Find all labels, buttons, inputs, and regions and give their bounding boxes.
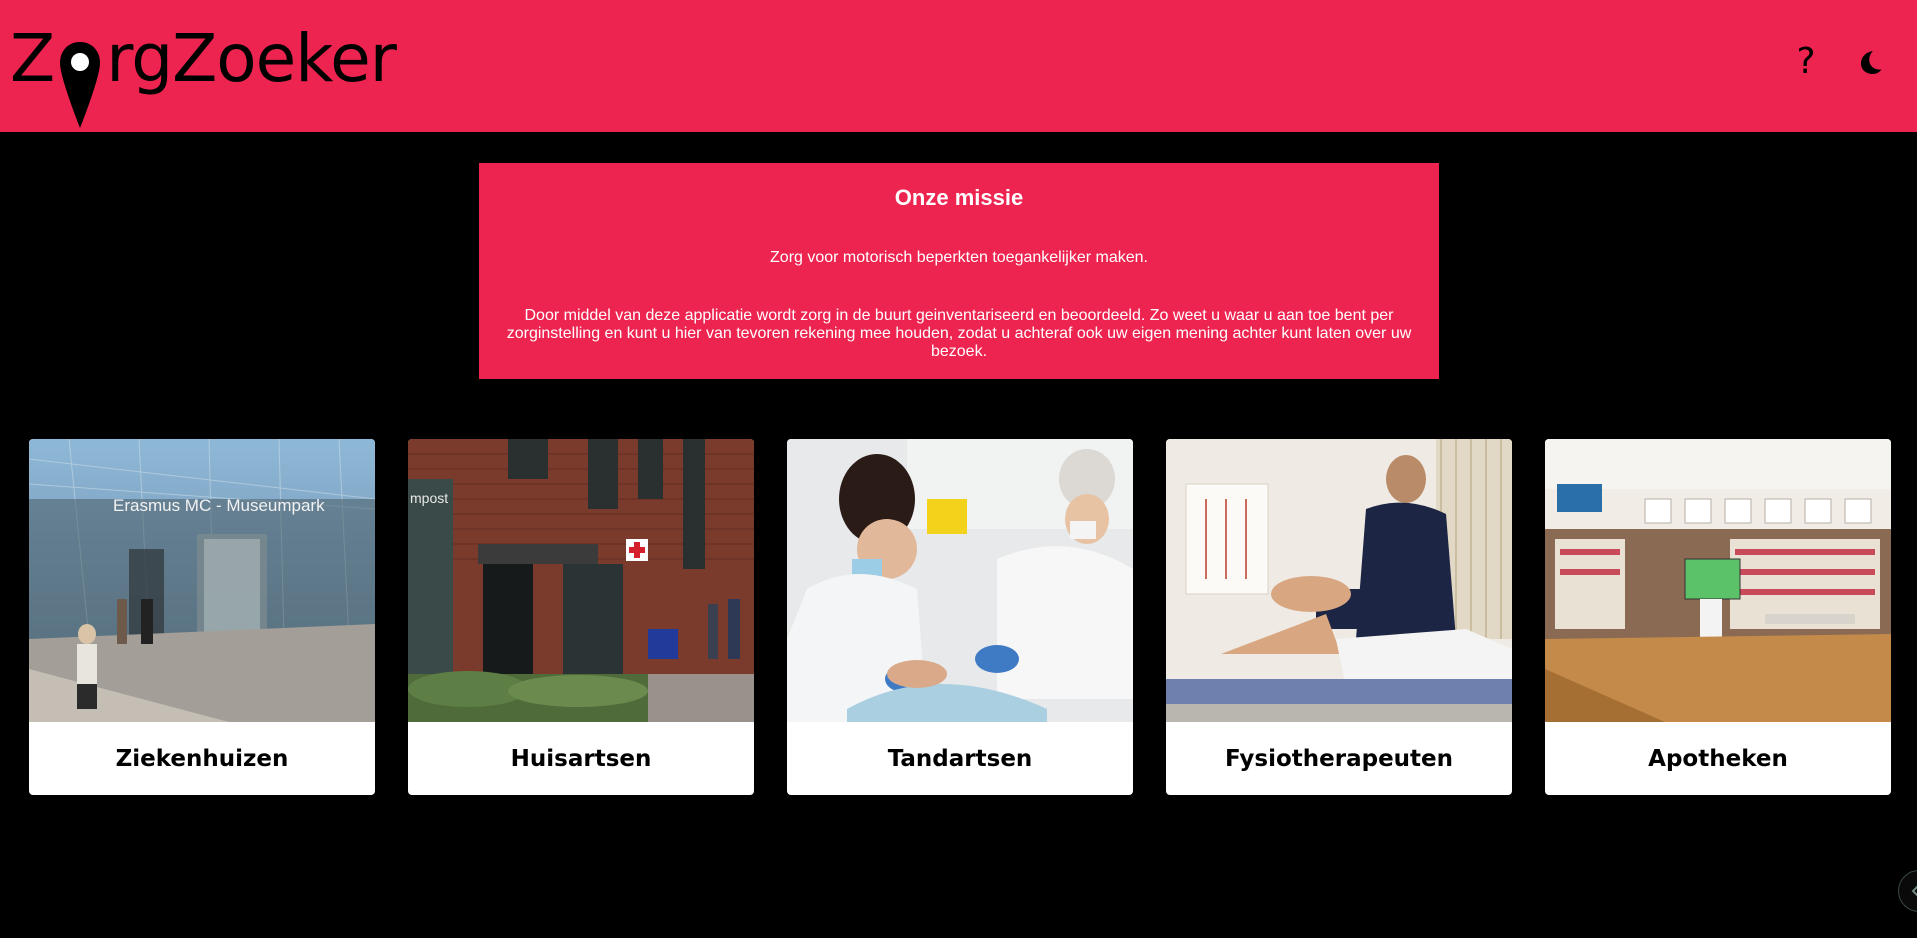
hospital-photo: Erasmus MC - Museumpark <box>29 439 375 722</box>
chevron-left-icon <box>1911 885 1917 897</box>
hospital-sign-text: Erasmus MC - Museumpark <box>113 496 325 515</box>
app-header: Z rgZoeker ? <box>0 0 1917 132</box>
category-label: Apotheken <box>1648 745 1788 772</box>
category-card-huisartsen[interactable]: mpost Huisartsen <box>408 439 754 795</box>
physiotherapy-photo <box>1166 439 1512 722</box>
category-label: Ziekenhuizen <box>115 745 289 772</box>
header-actions: ? <box>1789 42 1887 82</box>
moon-icon <box>1861 51 1882 74</box>
logo-rest-letters: rgZoeker <box>106 20 397 97</box>
gp-practice-photo: mpost <box>408 439 754 722</box>
category-card-ziekenhuizen[interactable]: Erasmus MC - Museumpark Ziekenhuizen <box>29 439 375 795</box>
category-cards: Erasmus MC - Museumpark Ziekenhuizen mpo… <box>29 439 1891 795</box>
category-label: Tandartsen <box>887 745 1033 772</box>
question-icon: ? <box>1796 41 1816 82</box>
category-card-apotheken[interactable]: Apotheken <box>1545 439 1891 795</box>
logo-wordmark: Z rgZoeker <box>10 20 397 130</box>
mission-panel: Onze missie Zorg voor motorisch beperkte… <box>479 163 1439 379</box>
app-logo[interactable]: Z rgZoeker <box>10 18 410 128</box>
pharmacy-photo <box>1545 439 1891 722</box>
category-card-fysiotherapeuten[interactable]: Fysiotherapeuten <box>1166 439 1512 795</box>
mission-subtitle: Zorg voor motorisch beperkten toegankeli… <box>770 249 1148 266</box>
map-pin-icon <box>60 42 101 128</box>
dentist-photo <box>787 439 1133 722</box>
gp-sign-text: mpost <box>410 490 448 506</box>
mission-title: Onze missie <box>894 185 1024 210</box>
category-label: Fysiotherapeuten <box>1224 745 1454 772</box>
help-button[interactable]: ? <box>1789 42 1823 82</box>
mission-description: Door middel van deze applicatie wordt zo… <box>506 307 1412 360</box>
logo-first-letter: Z <box>10 20 55 97</box>
theme-toggle-button[interactable] <box>1853 42 1887 82</box>
scroll-top-button[interactable] <box>1898 870 1917 912</box>
category-label: Huisartsen <box>510 745 652 772</box>
category-card-tandartsen[interactable]: Tandartsen <box>787 439 1133 795</box>
